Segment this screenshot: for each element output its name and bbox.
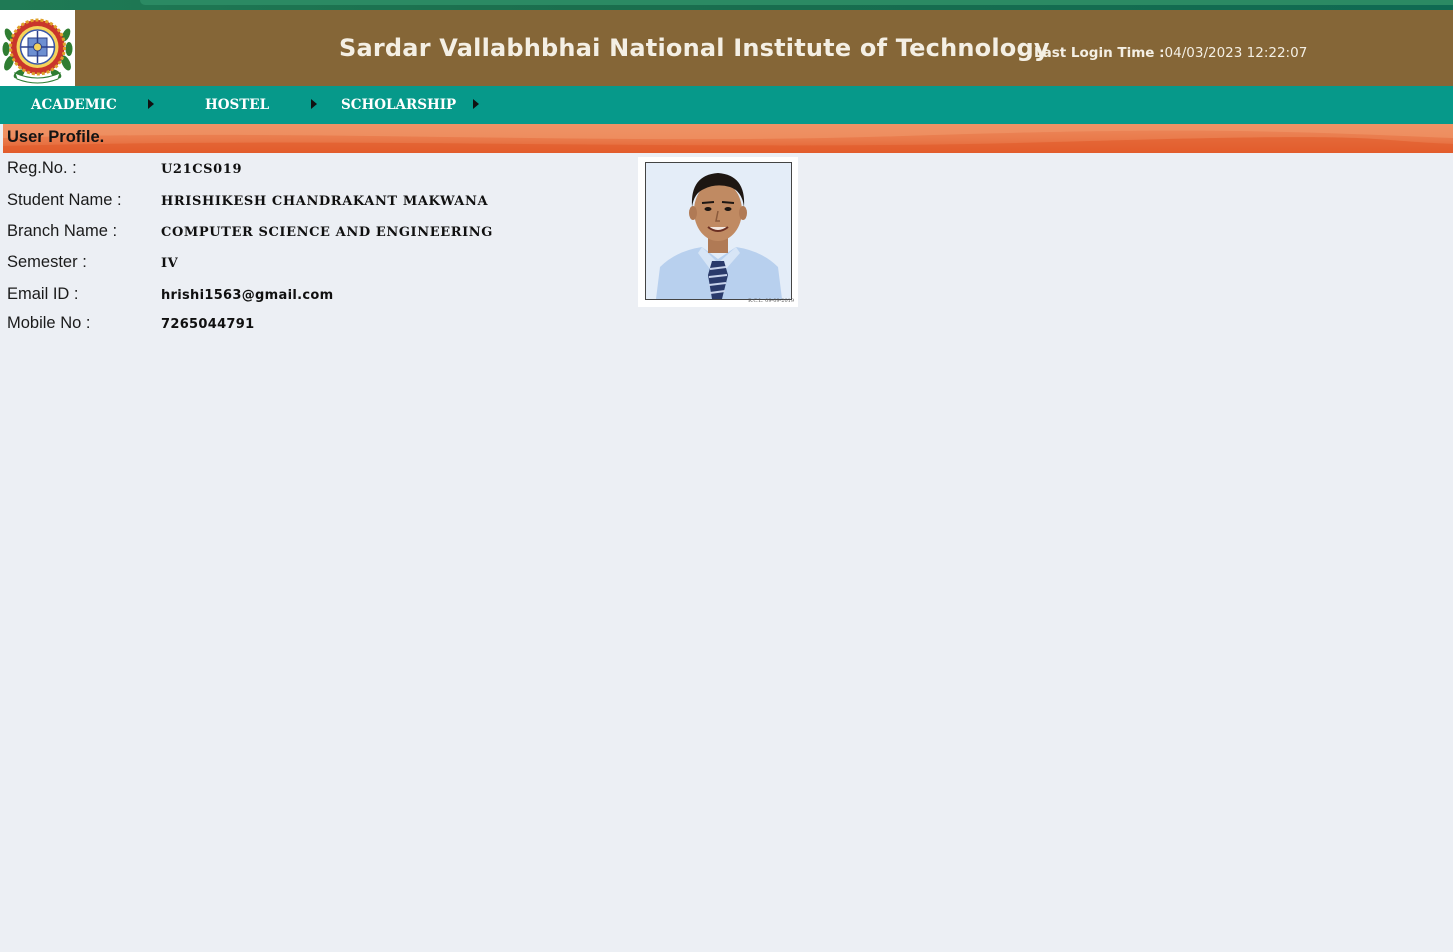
reg-no-value: U21CS019: [161, 162, 243, 177]
profile-photo: [645, 162, 792, 300]
top-accent-strip: [0, 0, 1453, 10]
mobile-label: Mobile No :: [7, 314, 91, 332]
semester-value: IV: [161, 256, 179, 271]
email-label: Email ID :: [7, 285, 79, 303]
photo-stamp: R.C.L. 09-09-2019: [748, 298, 794, 304]
branch-value: COMPUTER SCIENCE AND ENGINEERING: [161, 225, 493, 240]
mobile-value: 7265044791: [161, 317, 255, 332]
semester-label: Semester :: [7, 253, 87, 271]
section-title: User Profile.: [7, 128, 105, 146]
site-title: Sardar Vallabhbhai National Institute of…: [339, 34, 1050, 62]
institute-logo: [0, 10, 75, 86]
branch-label: Branch Name :: [7, 222, 118, 240]
nav-item-scholarship[interactable]: SCHOLARSHIP: [341, 86, 456, 124]
institute-emblem-icon: [2, 18, 73, 84]
section-header-bar: User Profile.: [3, 124, 1453, 153]
site-header: Sardar Vallabhbhai National Institute of…: [0, 10, 1453, 86]
nav-item-academic[interactable]: ACADEMIC: [31, 86, 117, 124]
wave-decoration: [3, 124, 1453, 153]
student-portrait: [646, 163, 791, 299]
email-value: hrishi1563@gmail.com: [161, 288, 334, 303]
nav-scholarship-arrow-icon[interactable]: [473, 99, 479, 109]
nav-item-hostel[interactable]: HOSTEL: [205, 86, 269, 124]
student-name-value: HRISHIKESH CHANDRAKANT MAKWANA: [161, 194, 489, 209]
last-login-value: 04/03/2023 12:22:07: [1164, 45, 1308, 61]
nav-academic-arrow-icon[interactable]: [148, 99, 154, 109]
student-name-label: Student Name :: [7, 191, 122, 209]
profile-photo-frame: R.C.L. 09-09-2019: [638, 157, 798, 307]
nav-hostel-arrow-icon[interactable]: [311, 99, 317, 109]
reg-no-label: Reg.No. :: [7, 159, 77, 177]
last-login-info: Last Login Time :04/03/2023 12:22:07: [1034, 45, 1307, 61]
main-navigation: ACADEMIC HOSTEL SCHOLARSHIP: [0, 86, 1453, 124]
last-login-label: Last Login Time :: [1034, 45, 1165, 61]
